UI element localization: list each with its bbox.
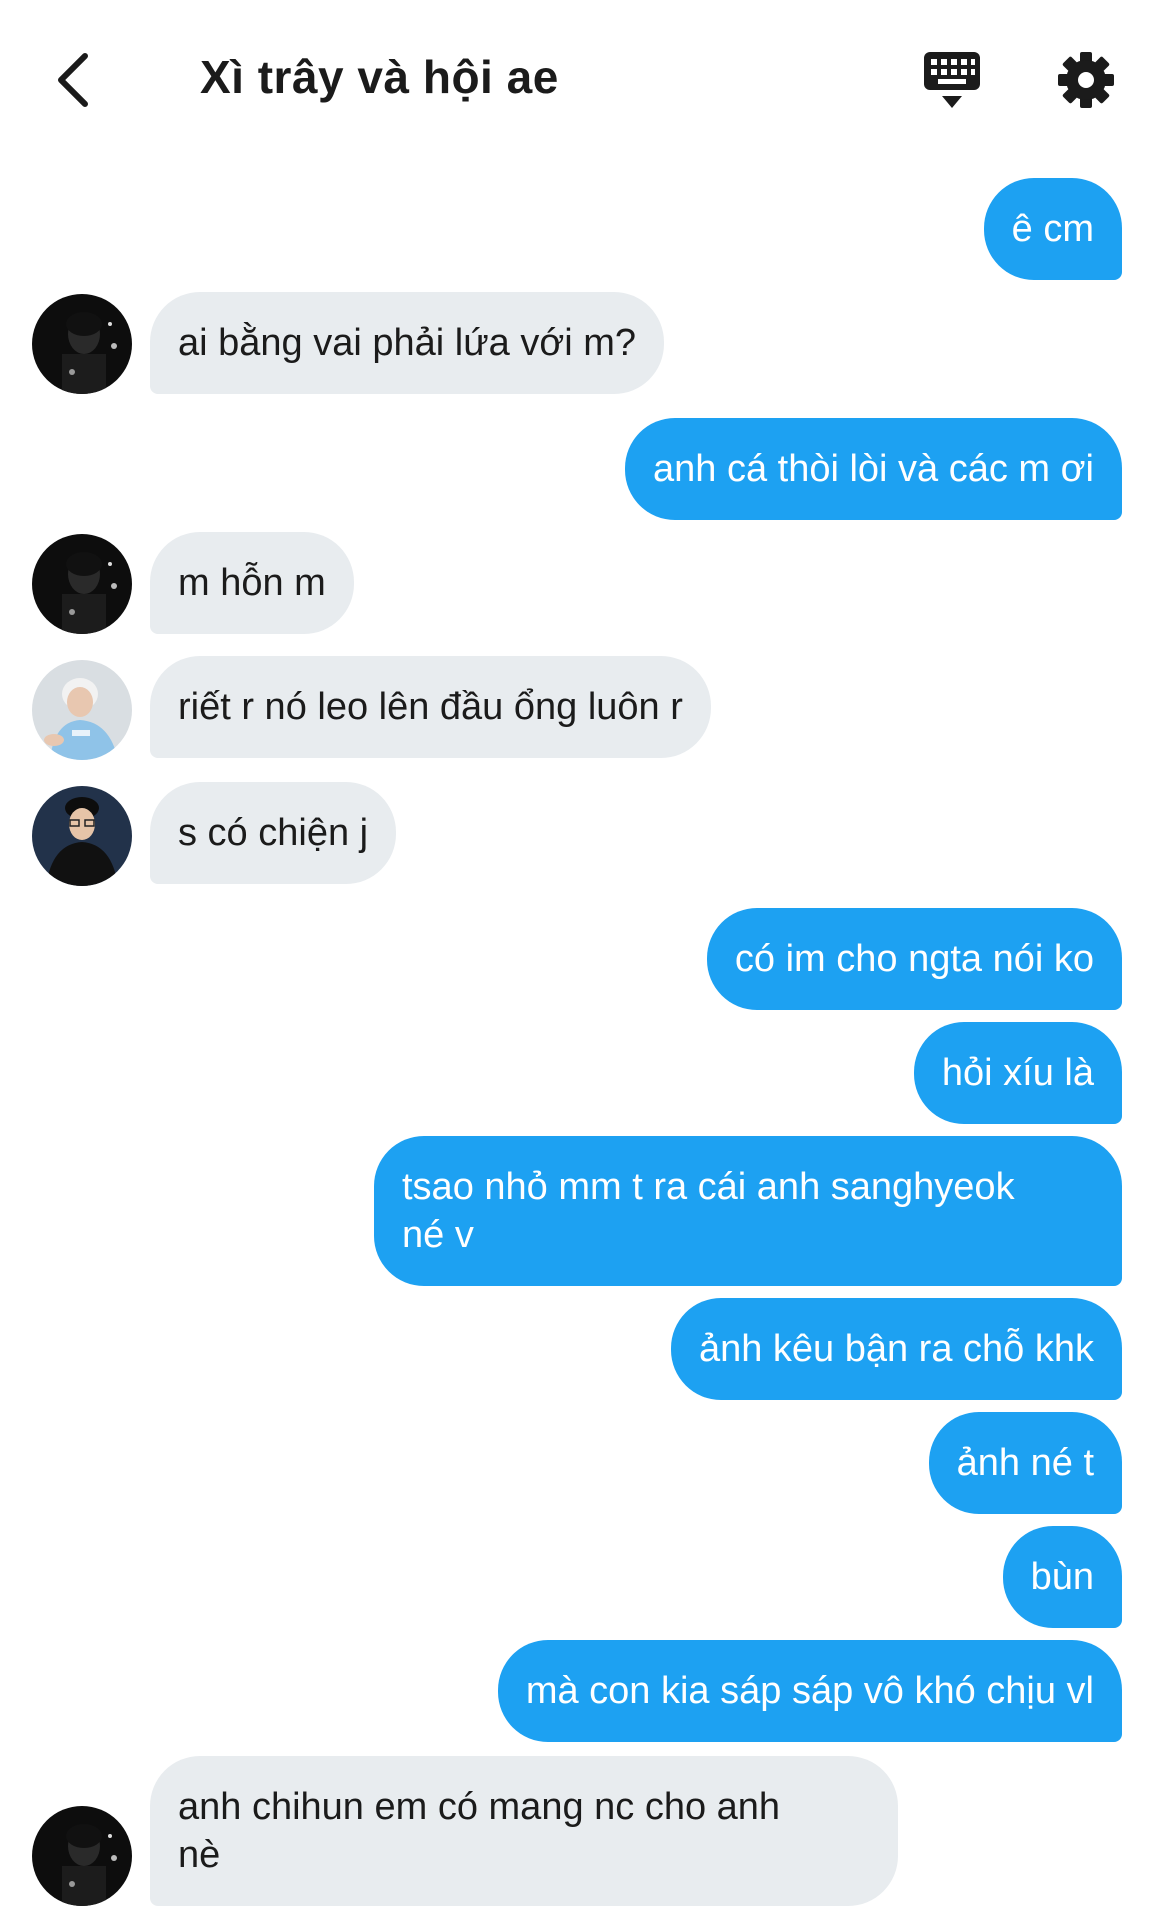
avatar[interactable] [32, 294, 132, 394]
incoming-message[interactable]: riết r nó leo lên đầu ổng luôn r [150, 656, 711, 758]
keyboard-button[interactable] [920, 48, 984, 112]
avatar-image [32, 786, 132, 886]
message-text: ai bằng vai phải lứa với m? [178, 322, 637, 364]
outgoing-message[interactable]: tsao nhỏ mm t ra cái anh sanghyeok né v [374, 1136, 1122, 1286]
message-text: ê cm [1011, 208, 1094, 250]
message-text: hỏi xíu là [941, 1052, 1094, 1094]
avatar[interactable] [32, 660, 132, 760]
message-text: có im cho ngta nói ko [734, 938, 1094, 980]
avatar-image [32, 534, 132, 634]
outgoing-message[interactable]: có im cho ngta nói ko [706, 908, 1122, 1010]
message-text: mà con kia sáp sáp vô khó chịu vl [525, 1670, 1094, 1712]
incoming-message[interactable]: s có chiện j [150, 782, 397, 884]
outgoing-message[interactable]: mà con kia sáp sáp vô khó chịu vl [497, 1640, 1122, 1742]
message-text: anh chihun em có mang nc cho anh nè [178, 1786, 781, 1876]
avatar[interactable] [32, 786, 132, 886]
avatar[interactable] [32, 1806, 132, 1906]
back-button[interactable] [38, 40, 108, 120]
message-text: riết r nó leo lên đầu ổng luôn r [178, 686, 683, 728]
chat-title: Xì trây và hội ae [200, 51, 559, 103]
keyboard-icon [924, 52, 980, 108]
outgoing-message[interactable]: bùn [1002, 1526, 1122, 1628]
avatar-image [32, 660, 132, 760]
avatar-image [32, 294, 132, 394]
message-text: ảnh kêu bận ra chỗ khk [698, 1328, 1094, 1370]
message-text: m hỗn m [178, 562, 326, 604]
message-text: tsao nhỏ mm t ra cái anh sanghyeok né v [402, 1166, 1015, 1256]
settings-button[interactable] [1054, 48, 1118, 112]
avatar-image [32, 1806, 132, 1906]
message-text: s có chiện j [178, 812, 369, 854]
outgoing-message[interactable]: anh cá thòi lòi và các m ơi [624, 418, 1122, 520]
incoming-message[interactable]: ai bằng vai phải lứa với m? [150, 292, 665, 394]
chevron-left-icon [58, 53, 88, 107]
outgoing-message[interactable]: ảnh né t [928, 1412, 1122, 1514]
message-text: ảnh né t [956, 1442, 1094, 1484]
message-text: anh cá thòi lòi và các m ơi [652, 448, 1094, 490]
outgoing-message[interactable]: ê cm [983, 178, 1122, 280]
avatar[interactable] [32, 534, 132, 634]
outgoing-message[interactable]: ảnh kêu bận ra chỗ khk [670, 1298, 1122, 1400]
incoming-message[interactable]: anh chihun em có mang nc cho anh nè [150, 1756, 898, 1906]
outgoing-message[interactable]: hỏi xíu là [913, 1022, 1122, 1124]
message-text: bùn [1030, 1556, 1094, 1598]
incoming-message[interactable]: m hỗn m [150, 532, 354, 634]
gear-icon [1058, 52, 1114, 108]
chat-header: Xì trây và hội ae [0, 0, 1152, 160]
